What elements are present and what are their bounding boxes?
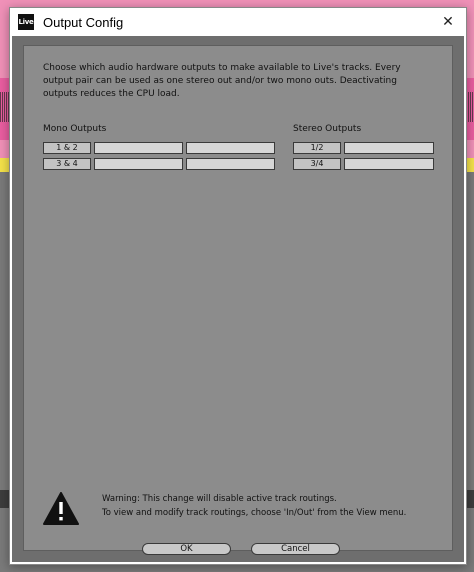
mono-output-toggle-3-4[interactable]: 3 & 4 (43, 158, 91, 170)
warning-message: Warning: This change will disable active… (102, 492, 406, 520)
warning-line-2: To view and modify track routings, choos… (102, 508, 407, 518)
title-bar[interactable]: Live Output Config ✕ (10, 8, 466, 36)
mono-output-slot-left[interactable] (94, 142, 183, 154)
dialog-client-area: Choose which audio hardware outputs to m… (12, 36, 464, 562)
output-config-dialog: Live Output Config ✕ Choose which audio … (9, 7, 467, 565)
ok-button[interactable]: OK (142, 543, 231, 555)
mono-output-toggle-1-2[interactable]: 1 & 2 (43, 142, 91, 154)
stereo-output-row: 1/2 (293, 142, 438, 154)
mono-output-slot-left[interactable] (94, 158, 183, 170)
description-text: Choose which audio hardware outputs to m… (43, 63, 401, 99)
stereo-output-slot[interactable] (344, 142, 434, 154)
mono-output-slot-right[interactable] (186, 142, 275, 154)
stereo-output-toggle-3-4[interactable]: 3/4 (293, 158, 341, 170)
mono-output-row: 3 & 4 (43, 158, 283, 170)
stereo-output-toggle-1-2[interactable]: 1/2 (293, 142, 341, 154)
live-app-icon: Live (18, 14, 34, 30)
close-icon: ✕ (442, 14, 454, 30)
warning-line-1: Warning: This change will disable active… (102, 494, 337, 504)
mono-output-row: 1 & 2 (43, 142, 283, 154)
warning-triangle-icon (43, 492, 79, 529)
window-title: Output Config (43, 14, 124, 30)
stereo-output-slot[interactable] (344, 158, 434, 170)
stereo-outputs-title: Stereo Outputs (293, 124, 362, 134)
mono-outputs-title: Mono Outputs (43, 124, 107, 134)
close-button[interactable]: ✕ (430, 8, 466, 36)
stereo-output-row: 3/4 (293, 158, 438, 170)
cancel-button[interactable]: Cancel (251, 543, 340, 555)
mono-output-slot-right[interactable] (186, 158, 275, 170)
output-config-panel: Choose which audio hardware outputs to m… (23, 45, 453, 555)
